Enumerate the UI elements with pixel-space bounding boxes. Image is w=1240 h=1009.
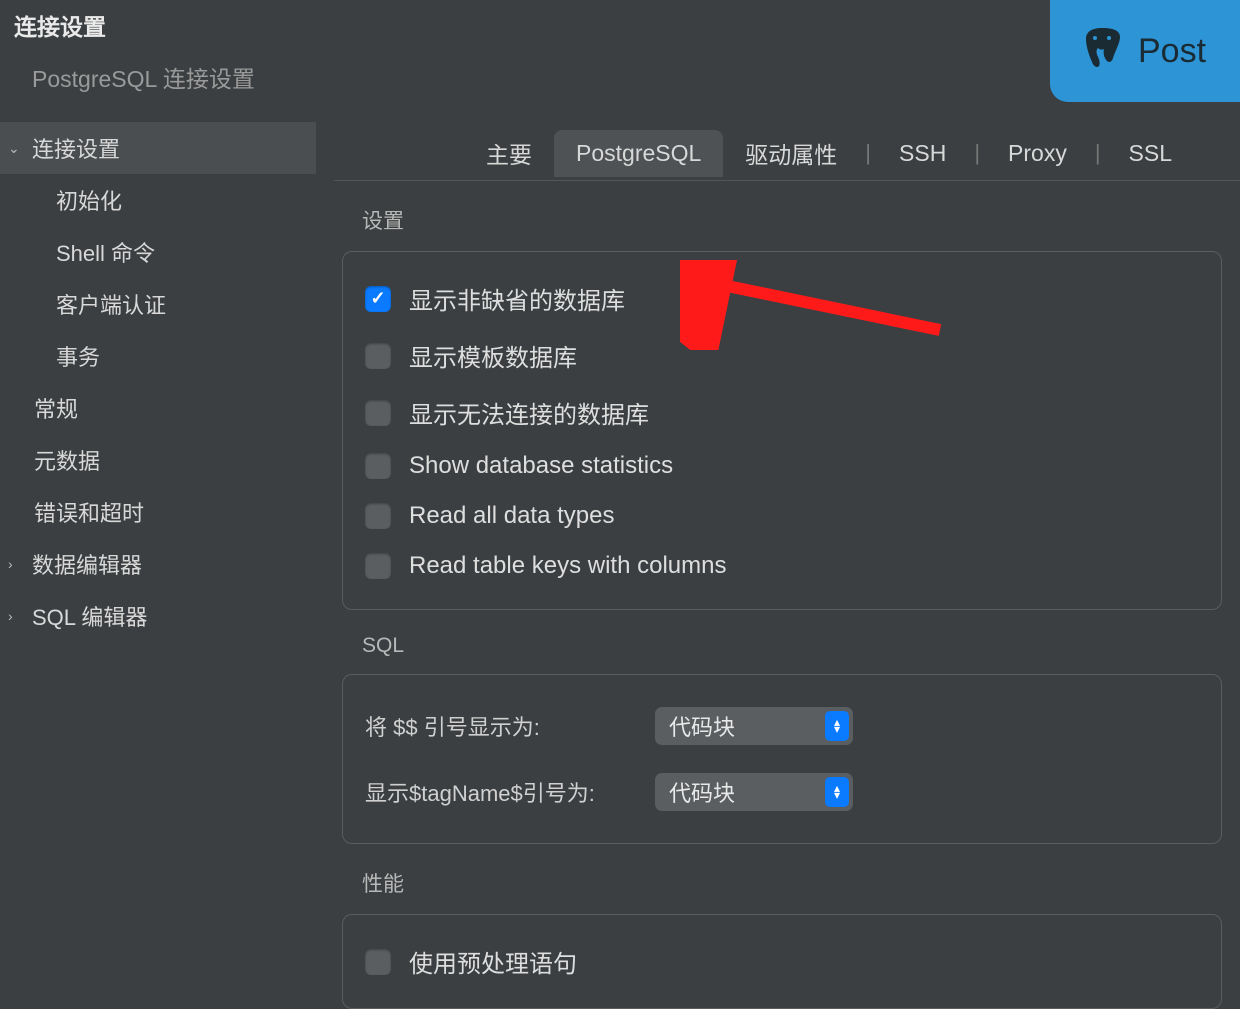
checkbox-icon[interactable] xyxy=(365,286,391,312)
checkbox-icon[interactable] xyxy=(365,453,391,479)
sidebar-item-general[interactable]: 常规 xyxy=(0,382,316,434)
tab-separator: | xyxy=(1089,140,1107,166)
postgresql-icon xyxy=(1078,25,1128,77)
check-use-prepared-statements[interactable]: 使用预处理语句 xyxy=(365,933,1199,990)
chevron-down-icon: ⌄ xyxy=(8,140,26,157)
logo-text: Post xyxy=(1138,32,1206,71)
check-show-db-statistics[interactable]: Show database statistics xyxy=(365,441,1199,491)
settings-group: 显示非缺省的数据库 显示模板数据库 显示无法连接的数据库 Show databa… xyxy=(342,251,1222,610)
select-tagname-quote[interactable]: 代码块 xyxy=(655,773,853,811)
sidebar-item-client-auth[interactable]: 客户端认证 xyxy=(0,278,316,330)
tab-separator: | xyxy=(968,140,986,166)
label-tagname-quote: 显示$tagName$引号为: xyxy=(365,776,655,808)
section-label-sql: SQL xyxy=(362,634,1240,658)
check-show-unavailable-db[interactable]: 显示无法连接的数据库 xyxy=(365,384,1199,441)
tab-separator: | xyxy=(859,140,877,166)
tab-ssh[interactable]: SSH xyxy=(877,130,968,177)
checkbox-icon[interactable] xyxy=(365,949,391,975)
driver-logo: Post xyxy=(1050,0,1240,102)
checkbox-icon[interactable] xyxy=(365,553,391,579)
sidebar-item-shell[interactable]: Shell 命令 xyxy=(0,226,316,278)
select-dollar-quote[interactable]: 代码块 xyxy=(655,707,853,745)
sidebar: ⌄连接设置 初始化 Shell 命令 客户端认证 事务 常规 元数据 错误和超时… xyxy=(0,112,316,892)
section-label-settings: 设置 xyxy=(362,205,1240,235)
tabs: 主要 PostgreSQL 驱动属性 | SSH | Proxy | SSL xyxy=(334,112,1240,181)
label-dollar-quote: 将 $$ 引号显示为: xyxy=(365,710,655,742)
sql-group: 将 $$ 引号显示为: 代码块 显示$tagName$引号为: 代码块 xyxy=(342,674,1222,844)
check-read-all-data-types[interactable]: Read all data types xyxy=(365,491,1199,541)
tab-postgresql[interactable]: PostgreSQL xyxy=(554,130,723,177)
sidebar-item-transactions[interactable]: 事务 xyxy=(0,330,316,382)
checkbox-icon[interactable] xyxy=(365,503,391,529)
chevron-right-icon: › xyxy=(8,556,26,572)
sidebar-item-errors-timeout[interactable]: 错误和超时 xyxy=(0,486,316,538)
chevron-right-icon: › xyxy=(8,608,26,624)
tab-main[interactable]: 主要 xyxy=(464,126,554,180)
checkbox-icon[interactable] xyxy=(365,400,391,426)
check-read-table-keys[interactable]: Read table keys with columns xyxy=(365,541,1199,591)
sidebar-item-data-editor[interactable]: ›数据编辑器 xyxy=(0,538,316,590)
check-show-template-db[interactable]: 显示模板数据库 xyxy=(365,327,1199,384)
checkbox-icon[interactable] xyxy=(365,343,391,369)
performance-group: 使用预处理语句 xyxy=(342,914,1222,1009)
sidebar-item-metadata[interactable]: 元数据 xyxy=(0,434,316,486)
tab-ssl[interactable]: SSL xyxy=(1107,130,1194,177)
sidebar-item-connection-settings[interactable]: ⌄连接设置 xyxy=(0,122,316,174)
select-arrows-icon xyxy=(825,711,849,741)
sidebar-item-init[interactable]: 初始化 xyxy=(0,174,316,226)
tab-proxy[interactable]: Proxy xyxy=(986,130,1089,177)
tab-driver-props[interactable]: 驱动属性 xyxy=(723,126,859,180)
section-label-performance: 性能 xyxy=(362,868,1240,898)
sidebar-item-sql-editor[interactable]: ›SQL 编辑器 xyxy=(0,590,316,642)
check-show-non-default-db[interactable]: 显示非缺省的数据库 xyxy=(365,270,1199,327)
select-arrows-icon xyxy=(825,777,849,807)
